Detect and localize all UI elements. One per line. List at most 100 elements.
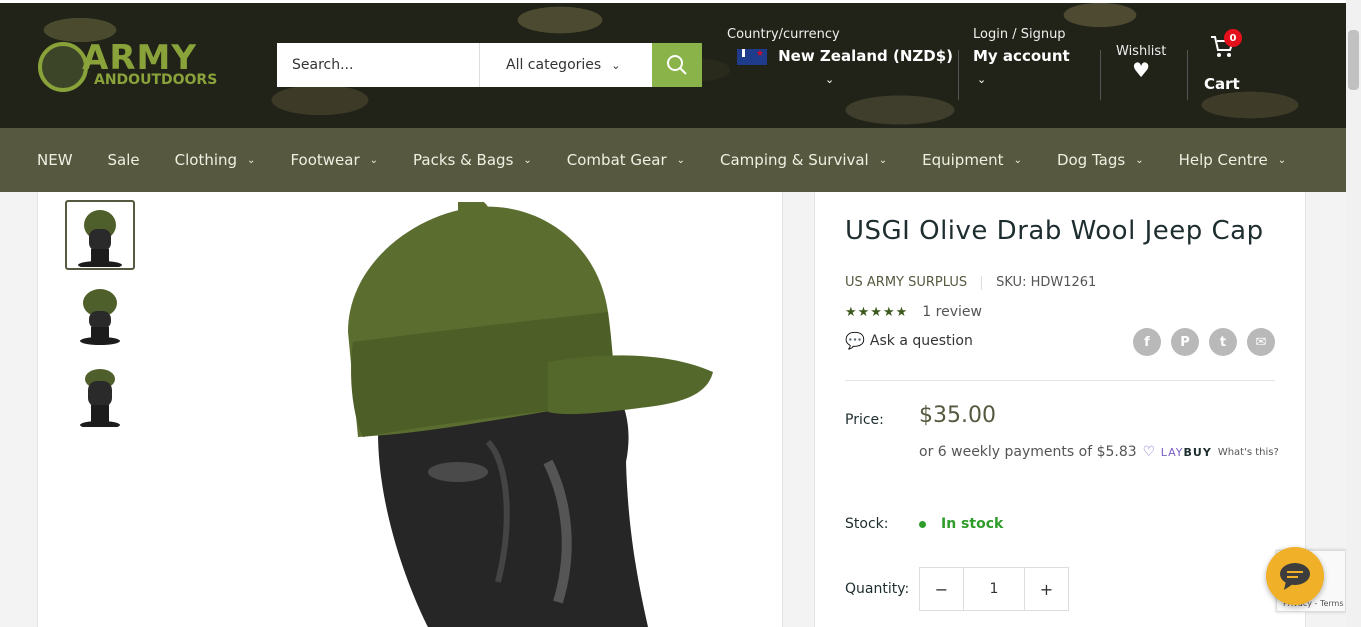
nav-item-clothing[interactable]: Clothing ⌄ xyxy=(175,151,256,169)
chevron-down-icon: ⌄ xyxy=(1135,154,1144,166)
quantity-decrease-button[interactable]: − xyxy=(920,568,963,610)
nav-item-label: Sale xyxy=(107,151,140,169)
country-label: Country/currency xyxy=(727,27,840,42)
in-stock-dot-icon xyxy=(919,520,926,528)
email-icon[interactable]: ✉ xyxy=(1247,328,1275,356)
ask-question-link[interactable]: 💬 Ask a question xyxy=(845,331,973,350)
laybuy-whats-this-link[interactable]: What's this? xyxy=(1218,447,1279,458)
quantity-input[interactable]: 1 xyxy=(963,568,1025,610)
nav-item-help-centre[interactable]: Help Centre ⌄ xyxy=(1179,151,1287,169)
ask-question-label: Ask a question xyxy=(869,332,973,349)
header-divider xyxy=(1100,50,1101,100)
chevron-down-icon: ⌄ xyxy=(611,58,621,72)
chevron-down-icon: ⌄ xyxy=(247,154,256,166)
main-nav: NEW Sale Clothing ⌄ Footwear ⌄ Packs & Bags ⌄ Co… xyxy=(0,128,1346,192)
cart-label: Cart xyxy=(1204,75,1240,93)
thumbnail-image xyxy=(78,210,122,267)
logo-text-outdoors: ANDOUTDOORS xyxy=(94,72,218,88)
wishlist-link[interactable]: Wishlist ♥ xyxy=(1116,44,1166,81)
chevron-down-icon: ⌄ xyxy=(878,154,888,166)
search-icon xyxy=(667,55,687,75)
nav-item-dog-tags[interactable]: Dog Tags ⌄ xyxy=(1057,151,1144,169)
product-gallery xyxy=(37,192,783,627)
search-input[interactable] xyxy=(277,43,479,87)
heart-icon: ♥ xyxy=(1132,58,1151,82)
nav-item-packs-bags[interactable]: Packs & Bags ⌄ xyxy=(413,151,532,169)
cart-link[interactable]: 0 Cart xyxy=(1204,29,1242,93)
my-account-label: My account xyxy=(973,47,1070,65)
nav-item-label: Equipment xyxy=(922,151,1004,169)
nav-item-combat-gear[interactable]: Combat Gear ⌄ xyxy=(567,151,685,169)
chevron-down-icon: ⌄ xyxy=(825,73,835,86)
nav-item-new[interactable]: NEW xyxy=(37,151,73,169)
thumbnail-3[interactable] xyxy=(65,360,135,430)
laybuy-brand-b: BUY xyxy=(1183,446,1212,459)
site-logo[interactable]: ARMY ANDOUTDOORS xyxy=(38,38,238,94)
chat-button[interactable] xyxy=(1266,547,1324,605)
chevron-down-icon: ⌄ xyxy=(369,154,379,166)
nav-item-label: Packs & Bags xyxy=(413,151,514,169)
facebook-icon[interactable]: f xyxy=(1133,328,1161,356)
laybuy-info: or 6 weekly payments of $5.83 ♡ LAYBUY W… xyxy=(919,444,1279,460)
nav-item-label: Combat Gear xyxy=(566,151,667,169)
product-main-image[interactable] xyxy=(308,202,728,627)
vendor-link[interactable]: US ARMY SURPLUS xyxy=(845,275,967,290)
nav-item-label: NEW xyxy=(37,151,73,169)
quantity-stepper: − 1 + xyxy=(919,567,1069,611)
cart-count-badge: 0 xyxy=(1224,29,1242,47)
category-select[interactable]: All categories ⌄ xyxy=(479,43,652,87)
thumbnail-image xyxy=(80,289,120,345)
divider xyxy=(845,380,1275,381)
thumbnail-2[interactable] xyxy=(65,280,135,350)
meta-divider xyxy=(981,275,983,290)
scrollbar-thumb[interactable] xyxy=(1348,30,1359,90)
country-value: New Zealand (NZD$) xyxy=(778,47,954,65)
price-value: $35.00 xyxy=(919,403,996,428)
chevron-down-icon: ⌄ xyxy=(977,73,987,86)
nav-item-label: Camping & Survival xyxy=(720,151,869,169)
chat-bubble-icon: 💬 xyxy=(845,331,865,350)
laybuy-text: or 6 weekly payments of $5.83 xyxy=(919,444,1137,460)
star-rating-icon: ★★★★★ xyxy=(845,304,909,320)
logo-emblem-icon xyxy=(38,42,88,92)
product-rating[interactable]: ★★★★★ 1 review xyxy=(845,304,982,320)
account-menu[interactable]: Login / Signup My account ⌄ xyxy=(973,27,1070,86)
thumbnail-image xyxy=(80,369,120,427)
nav-item-camping-survival[interactable]: Camping & Survival ⌄ xyxy=(720,151,887,169)
category-select-label: All categories xyxy=(506,57,602,73)
nav-item-label: Help Centre xyxy=(1178,151,1268,169)
quantity-label: Quantity: xyxy=(845,581,910,597)
search-bar: All categories ⌄ xyxy=(277,43,702,87)
nav-item-label: Footwear xyxy=(290,151,360,169)
login-signup-link[interactable]: Login / Signup xyxy=(973,27,1070,42)
search-button[interactable] xyxy=(652,43,702,87)
price-label: Price: xyxy=(845,412,884,428)
pinterest-icon[interactable]: P xyxy=(1171,328,1199,356)
nav-item-footwear[interactable]: Footwear ⌄ xyxy=(290,151,378,169)
product-meta: US ARMY SURPLUS SKU: HDW1261 xyxy=(845,275,1096,290)
chevron-down-icon: ⌄ xyxy=(1277,154,1287,166)
laybuy-logo: ♡ LAYBUY xyxy=(1143,444,1212,460)
stock-value: In stock xyxy=(941,516,1004,532)
nav-item-equipment[interactable]: Equipment ⌄ xyxy=(922,151,1022,169)
product-title: USGI Olive Drab Wool Jeep Cap xyxy=(845,216,1264,246)
chevron-down-icon: ⌄ xyxy=(523,154,532,166)
twitter-icon[interactable]: t xyxy=(1209,328,1237,356)
share-buttons: f P t ✉ xyxy=(1123,328,1275,356)
laybuy-heart-icon: ♡ xyxy=(1142,444,1157,460)
chevron-down-icon: ⌄ xyxy=(676,154,686,166)
laybuy-brand-a: LAY xyxy=(1160,446,1184,459)
sku-text: SKU: HDW1261 xyxy=(996,275,1097,290)
quantity-increase-button[interactable]: + xyxy=(1025,568,1068,610)
header-divider xyxy=(958,50,959,100)
wishlist-label: Wishlist xyxy=(1116,44,1167,59)
nav-item-label: Dog Tags xyxy=(1056,151,1126,169)
page-scrollbar[interactable] xyxy=(1346,0,1361,627)
nav-item-sale[interactable]: Sale xyxy=(108,151,140,169)
site-header: ARMY ANDOUTDOORS All categories ⌄ Countr… xyxy=(0,0,1346,128)
product-info: USGI Olive Drab Wool Jeep Cap US ARMY SU… xyxy=(814,192,1306,627)
nz-flag-icon xyxy=(737,48,767,65)
thumbnail-1[interactable] xyxy=(65,200,135,270)
header-divider xyxy=(1187,50,1188,100)
country-selector[interactable]: Country/currency New Zealand (NZD$) ⌄ xyxy=(727,27,953,86)
